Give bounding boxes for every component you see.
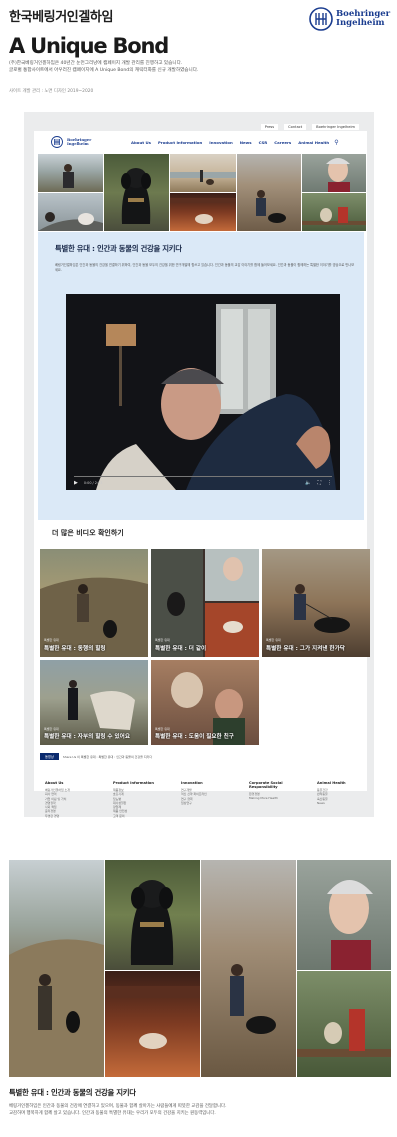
- banner-text: 베링거인겔하임은 인간과 동물의 건강을 연결하기 위하여, 인간과 동물 모두…: [55, 263, 355, 272]
- photo-dog-lake: [170, 154, 236, 192]
- card-category: 특별한 유대: [44, 638, 59, 642]
- video-time: 0:00 / 2:53: [83, 481, 103, 485]
- site-footer: About Us 베링거인겔하임 소개 회사 연혁 기업 이념 및 가치 경영철…: [45, 781, 367, 841]
- video-card[interactable]: 특별한 유대 특별한 유대 : 그가 지켜낸 한가닥: [262, 549, 370, 657]
- utility-link[interactable]: Boehringer Ingelheim: [312, 124, 359, 130]
- nav-item-csr[interactable]: CSR: [259, 140, 268, 145]
- bottom-mosaic: [9, 860, 391, 1077]
- nav-item-about[interactable]: About Us: [131, 140, 151, 145]
- card-title: 특별한 유대 : 도움이 필요한 친구: [155, 734, 234, 741]
- footer-column: Product Information 제품정보 호흡기계 당뇨병 대사성질환 …: [113, 781, 163, 841]
- text-line: 베링거인겔하임은 인간과 동물의 건강에 연결하고 있으며, 동물과 함께 살아…: [9, 1104, 227, 1109]
- footer-heading: Innovation: [181, 781, 203, 785]
- nav-item-animal-health[interactable]: Animal Health: [298, 140, 329, 145]
- website-page: Boehringer Ingelheim About Us Product Inf…: [34, 131, 370, 818]
- utility-link[interactable]: Contact: [284, 124, 307, 130]
- card-title: 특별한 유대 : 더 같이: [155, 646, 207, 653]
- card-category: 특별한 유대: [155, 638, 170, 642]
- description-line: 글로벌 통합사이트에서 아우러진 캠페이지에 A Unique Bond의 캐릭…: [9, 68, 199, 73]
- video-tag[interactable]: 동영상: [40, 753, 59, 760]
- card-category: 특별한 유대: [44, 727, 59, 731]
- project-meta: 사이트 개발 관리 : 노면 디자인 2019~2020: [9, 89, 94, 94]
- photo-cat-sofa: [170, 193, 236, 231]
- footer-heading: Corporate Social Responsibility: [249, 781, 283, 789]
- footer-link[interactable]: Making More Health: [249, 796, 299, 800]
- photo-woman-dog-bench: [302, 193, 366, 231]
- photo-cat-sofa: [105, 971, 200, 1077]
- video-card[interactable]: 특별한 유대 특별한 유대 : 더 같이: [151, 549, 259, 657]
- card-title: 특별한 유대 : 자부의 힐링 수 있어요: [44, 734, 130, 741]
- photo-woman-dog-bench: [297, 971, 391, 1077]
- footer-heading: Product Information: [113, 781, 154, 785]
- photo-smiling-woman: [297, 860, 391, 970]
- featured-banner: 특별한 유대 : 인간과 동물의 건강을 지키다 베링거인겔하임은 인간과 동물…: [38, 232, 364, 520]
- video-controls: ▶ 0:00 / 2:53 🔈 ⛶ ⋮: [66, 476, 340, 490]
- brand-name: 한국베링거인겔하임: [9, 10, 114, 25]
- more-options-icon[interactable]: ⋮: [327, 480, 332, 486]
- video-player[interactable]: ▶ 0:00 / 2:53 🔈 ⛶ ⋮: [66, 294, 340, 490]
- card-category: 특별한 유대: [155, 727, 170, 731]
- nav-item-innovation[interactable]: Innovation: [209, 140, 232, 145]
- footer-column: About Us 베링거인겔하임 소개 회사 연혁 기업 이념 및 가치 경영철…: [45, 781, 95, 841]
- photo-man-hills: [9, 860, 104, 1077]
- video-frame: [66, 294, 340, 490]
- page-header: 한국베링거인겔하임 A Unique Bond Boehringer Ingel…: [0, 0, 397, 110]
- main-nav: Boehringer Ingelheim About Us Product Inf…: [34, 131, 367, 153]
- nav-item-product[interactable]: Product Information: [158, 140, 202, 145]
- share-row: 동영상 Share Us 이 특별한 유대 : 특별한 유대 : 인간과 동물의…: [40, 753, 152, 760]
- text-line: 교감하며 행복하게 함께 살고 있습니다. 인간과 동물의 특별한 유대는 우리…: [9, 1110, 216, 1116]
- share-info: Share Us 이 특별한 유대 : 특별한 유대 : 인간과 동물의 건강을…: [62, 754, 153, 759]
- logo-emblem-icon: [309, 7, 333, 31]
- footer-heading: About Us: [45, 781, 64, 785]
- footer-link[interactable]: News: [317, 801, 367, 805]
- photo-woman-dog-walk: [237, 154, 301, 231]
- footer-column: Animal Health 동물건강 반려동물 축산동물 News: [317, 781, 367, 841]
- search-icon[interactable]: ⚲: [334, 139, 338, 146]
- description-line: (주)한국베링거인겔하임은 40년간 눈먼그리냥에 캠페이지 개발 관리를 진행…: [9, 61, 183, 66]
- nav-logo[interactable]: Boehringer Ingelheim: [51, 136, 111, 148]
- utility-link[interactable]: Press: [260, 124, 279, 130]
- section-text: 베링거인겔하임은 인간과 동물의 건강에 연결하고 있으며, 동물과 함께 살아…: [9, 1104, 391, 1117]
- banner-title: 특별한 유대 : 인간과 동물의 건강을 지키다: [55, 244, 182, 253]
- logo-emblem-icon: [51, 136, 63, 148]
- boehringer-logo[interactable]: Boehringer Ingelheim: [309, 4, 390, 34]
- card-title: 특별한 유대 : 그가 지켜낸 한가닥: [266, 646, 345, 653]
- footer-link[interactable]: 고객 문의: [113, 814, 163, 818]
- photo-man-dog: [38, 193, 103, 231]
- card-category: 특별한 유대: [266, 638, 281, 642]
- footer-link[interactable]: 임상연구: [181, 801, 231, 805]
- footer-link[interactable]: 투명한 경영: [45, 814, 95, 818]
- project-description: (주)한국베링거인겔하임은 40년간 눈먼그리냥에 캠페이지 개발 관리를 진행…: [9, 60, 389, 74]
- photo-man-hills: [38, 154, 103, 192]
- nav-item-careers[interactable]: Careers: [274, 140, 291, 145]
- photo-smiling-woman: [302, 154, 366, 192]
- photo-black-dog: [105, 860, 200, 970]
- photo-black-dog: [104, 154, 169, 231]
- video-card[interactable]: 특별한 유대 특별한 유대 : 도움이 필요한 친구: [151, 660, 259, 745]
- logo-line-2: Ingelheim: [67, 141, 89, 146]
- footer-column: Innovation 연구개발 혁신 신약 파이프라인 연구 협력 임상연구: [181, 781, 231, 841]
- section-title: 특별한 유대 : 인간과 동물의 건강을 지키다: [9, 1088, 136, 1097]
- nav-item-news[interactable]: News: [240, 140, 252, 145]
- more-videos-title: 더 많은 비디오 확인하기: [52, 529, 124, 537]
- card-title: 특별한 유대 : 동행의 힐링: [44, 646, 106, 653]
- page-title: A Unique Bond: [9, 34, 169, 58]
- footer-column: Corporate Social Responsibility 환경경영 Mak…: [249, 781, 299, 841]
- volume-icon[interactable]: 🔈: [305, 480, 311, 486]
- hero-mosaic: [34, 154, 367, 231]
- footer-heading: Animal Health: [317, 781, 346, 785]
- logo-line-2: Ingelheim: [336, 18, 385, 28]
- photo-woman-dog-walk: [201, 860, 296, 1077]
- video-card[interactable]: 특별한 유대 특별한 유대 : 자부의 힐링 수 있어요: [40, 660, 148, 745]
- play-icon[interactable]: ▶: [74, 480, 78, 486]
- video-card[interactable]: 특별한 유대 특별한 유대 : 동행의 힐링: [40, 549, 148, 657]
- fullscreen-icon[interactable]: ⛶: [317, 480, 321, 486]
